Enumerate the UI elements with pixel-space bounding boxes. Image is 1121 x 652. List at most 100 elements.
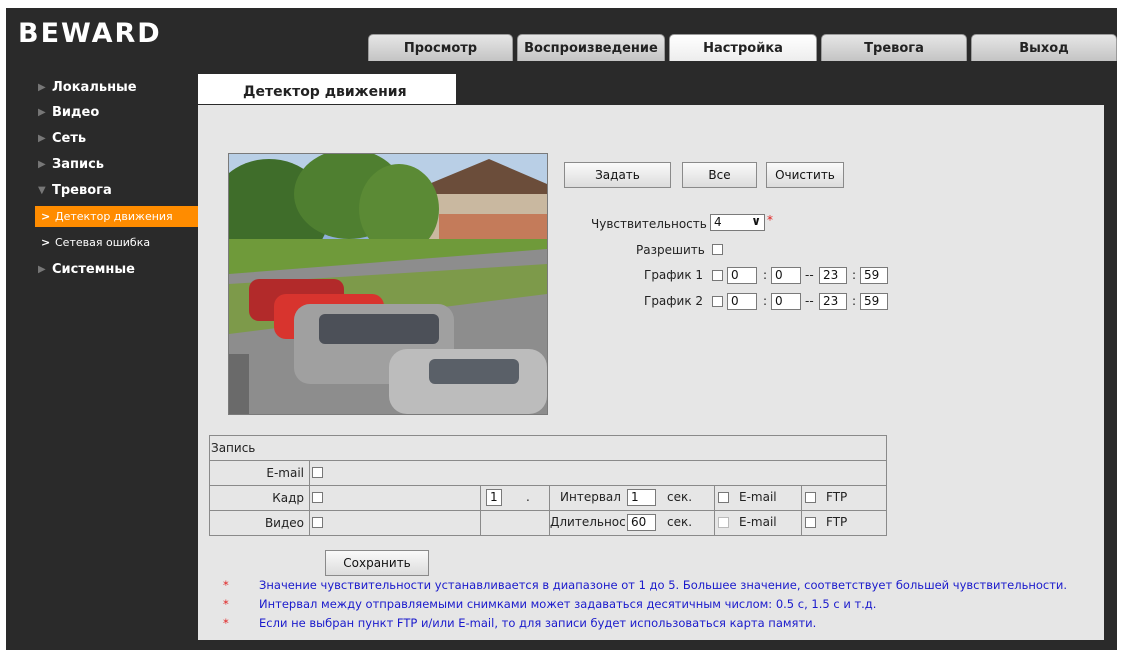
schedule2-end-hour-input[interactable]: 23 xyxy=(819,293,847,310)
interval-input[interactable]: 1 xyxy=(627,489,656,506)
sidebar-item-label: Локальные xyxy=(52,80,137,95)
frame-row-label: Кадр xyxy=(209,485,310,511)
note-asterisk: * xyxy=(223,616,229,630)
enable-label: Разрешить xyxy=(636,243,705,257)
triangle-right-icon: ▶ xyxy=(38,107,46,118)
time-dash: -- xyxy=(805,268,814,282)
frame-ftp-cell: FTP xyxy=(801,485,887,511)
frame-ftp-checkbox[interactable] xyxy=(805,492,816,503)
schedule1-checkbox[interactable] xyxy=(712,270,723,281)
frame-checkbox[interactable] xyxy=(312,492,323,503)
sidebar-subitem-label: Сетевая ошибка xyxy=(55,236,151,249)
frame-count-cell: 1 . xyxy=(480,485,550,511)
sidebar-item-label: Запись xyxy=(52,157,105,172)
schedule2-end-minute-input[interactable]: 59 xyxy=(860,293,888,310)
email-row-label: E-mail xyxy=(209,460,310,486)
schedule2-start-minute-input[interactable]: 0 xyxy=(771,293,801,310)
schedule1-label: График 1 xyxy=(644,268,704,282)
frame-ftp-label: FTP xyxy=(826,490,848,504)
sensitivity-select[interactable]: 4 ∨ xyxy=(710,214,765,231)
video-email-label: E-mail xyxy=(739,515,777,529)
chevron-down-icon: ∨ xyxy=(751,214,761,228)
camera-image xyxy=(229,154,547,414)
frame-email-label: E-mail xyxy=(739,490,777,504)
video-ftp-label: FTP xyxy=(826,515,848,529)
triangle-down-icon: ▼ xyxy=(38,185,46,196)
tab-playback[interactable]: Воспроизведение xyxy=(517,34,665,61)
required-asterisk: * xyxy=(767,213,773,227)
enable-checkbox[interactable] xyxy=(712,244,723,255)
sidebar-item-label: Системные xyxy=(52,262,135,277)
tab-exit[interactable]: Выход xyxy=(971,34,1117,61)
note-text: Интервал между отправляемыми снимками мо… xyxy=(259,597,877,611)
sensitivity-value: 4 xyxy=(714,215,722,229)
sidebar-subitem-network-error[interactable]: > Сетевая ошибка xyxy=(35,232,198,253)
save-button[interactable]: Сохранить xyxy=(325,550,429,576)
sidebar-item-label: Тревога xyxy=(52,183,112,198)
interval-unit: сек. xyxy=(667,490,693,504)
frame-checkbox-cell xyxy=(309,485,481,511)
record-header: Запись xyxy=(209,435,887,461)
video-checkbox[interactable] xyxy=(312,517,323,528)
note-text: Если не выбран пункт FTP и/или E-mail, т… xyxy=(259,616,817,630)
content-panel: Задать Все Очистить Чувствительность 4 ∨… xyxy=(198,75,1104,640)
time-dash: -- xyxy=(805,294,814,308)
video-email-checkbox[interactable] xyxy=(718,517,729,528)
note-interval: * Интервал между отправляемыми снимками … xyxy=(223,597,877,611)
sidebar-item-label: Сеть xyxy=(52,131,87,146)
all-button[interactable]: Все xyxy=(682,162,757,188)
schedule2-label: График 2 xyxy=(644,294,704,308)
app-frame: BEWARD Просмотр Воспроизведение Настройк… xyxy=(6,8,1117,650)
chevron-right-icon: > xyxy=(41,236,51,249)
chevron-right-icon: > xyxy=(41,210,51,223)
note-sensitivity: * Значение чувствительности устанавливае… xyxy=(223,578,1068,592)
sidebar-subitem-motion-detector[interactable]: > Детектор движения xyxy=(35,206,198,227)
schedule1-start-hour-input[interactable]: 0 xyxy=(727,267,757,284)
email-checkbox[interactable] xyxy=(312,467,323,478)
frame-count-dot: . xyxy=(526,490,530,504)
triangle-right-icon: ▶ xyxy=(38,159,46,170)
clear-button[interactable]: Очистить xyxy=(766,162,844,188)
video-checkbox-cell xyxy=(309,510,481,536)
tab-settings[interactable]: Настройка xyxy=(669,34,817,61)
video-ftp-cell: FTP xyxy=(801,510,887,536)
interval-cell: Интервал 1 сек. xyxy=(549,485,715,511)
sidebar-subitem-label: Детектор движения xyxy=(55,210,173,223)
duration-input[interactable]: 60 xyxy=(627,514,656,531)
triangle-right-icon: ▶ xyxy=(38,264,46,275)
time-separator: : xyxy=(763,268,768,282)
video-row-label: Видео xyxy=(209,510,310,536)
camera-preview[interactable] xyxy=(228,153,548,415)
note-text: Значение чувствительности устанавливаетс… xyxy=(259,578,1068,592)
sensitivity-label: Чувствительность xyxy=(591,217,707,231)
beward-logo: BEWARD xyxy=(18,18,162,49)
duration-label: Длительнос xyxy=(550,515,626,529)
triangle-right-icon: ▶ xyxy=(38,82,46,93)
note-storage: * Если не выбран пункт FTP и/или E-mail,… xyxy=(223,616,817,630)
tab-view[interactable]: Просмотр xyxy=(368,34,513,61)
record-table: Запись E-mail Кадр 1 . Интервал 1 сек. E… xyxy=(209,435,887,536)
schedule2-checkbox[interactable] xyxy=(712,296,723,307)
sidebar-item-label: Видео xyxy=(52,105,100,120)
note-asterisk: * xyxy=(223,578,229,592)
interval-label: Интервал xyxy=(560,490,621,504)
time-separator: : xyxy=(852,268,857,282)
video-empty-cell xyxy=(480,510,550,536)
time-separator: : xyxy=(852,294,857,308)
time-separator: : xyxy=(763,294,768,308)
video-email-cell: E-mail xyxy=(714,510,802,536)
note-asterisk: * xyxy=(223,597,229,611)
tab-alarm[interactable]: Тревога xyxy=(821,34,967,61)
video-ftp-checkbox[interactable] xyxy=(805,517,816,528)
frame-email-cell: E-mail xyxy=(714,485,802,511)
schedule2-start-hour-input[interactable]: 0 xyxy=(727,293,757,310)
schedule1-end-minute-input[interactable]: 59 xyxy=(860,267,888,284)
set-button[interactable]: Задать xyxy=(564,162,671,188)
email-row-cell xyxy=(309,460,887,486)
schedule1-end-hour-input[interactable]: 23 xyxy=(819,267,847,284)
frame-count-input[interactable]: 1 xyxy=(486,489,502,506)
schedule1-start-minute-input[interactable]: 0 xyxy=(771,267,801,284)
frame-email-checkbox[interactable] xyxy=(718,492,729,503)
duration-unit: сек. xyxy=(667,515,693,529)
triangle-right-icon: ▶ xyxy=(38,133,46,144)
